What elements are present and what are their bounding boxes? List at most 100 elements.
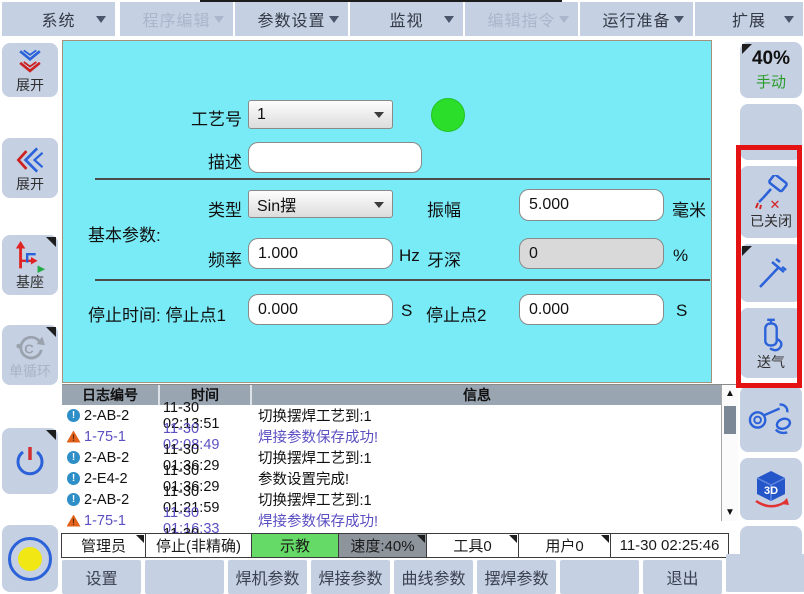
scroll-up-icon[interactable]: ▲ [722,388,738,399]
servo-yellow-dot-icon [18,547,42,571]
info-icon: ! [67,472,80,485]
description-label: 描述 [150,148,242,173]
menu-run-prepare-label: 运行准备 [602,7,670,31]
tab-weave-params[interactable]: 摆焊参数 [477,560,556,594]
frequency-unit: Hz [399,246,420,266]
process-no-select[interactable]: 1 [248,100,393,129]
corner-wedge-icon [417,535,425,543]
torch-off-label: 已关闭 [750,214,792,229]
description-input[interactable] [248,142,422,173]
stop-point2-label: 停止点2 [426,301,486,326]
svg-text:✕: ✕ [770,197,781,212]
stop-point1-input[interactable]: 0.000 [248,294,393,325]
log-id: 2-AB-2 [81,492,163,508]
tab-welding-params-label: 焊接参数 [318,565,382,589]
power-icon [11,442,49,480]
type-label: 类型 [150,196,242,221]
log-col-message-header: 信息 [252,385,702,405]
gas-supply-button[interactable]: 送气 [740,308,802,378]
status-bar: 管理员 停止(非精确) 示教 速度:40% 工具0 用户0 11-30 02:2… [62,533,729,558]
tooth-depth-label: 牙深 [427,246,461,271]
cycle-loop-icon: C [13,331,47,363]
right-empty-button-1 [740,104,802,160]
double-chevron-down-icon [13,47,47,77]
menu-run-prepare[interactable]: 运行准备 [580,2,693,36]
welding-torch-off-icon: ✕ [751,175,791,213]
corner-wedge-icon [136,535,144,543]
menu-parameter-settings[interactable]: 参数设置 [235,2,348,36]
log-message: 切换摆焊工艺到:1 [258,489,738,510]
svg-text:3D: 3D [764,485,778,497]
info-icon: ! [67,493,80,506]
robot-arm-icon [747,397,795,441]
corner-wedge-icon [46,237,56,247]
stop-time-label: 停止时间: 停止点1 [88,301,226,326]
amplitude-unit: 毫米 [672,196,706,221]
tab-settings[interactable]: 设置 [62,560,141,594]
log-id: 2-AB-2 [81,408,163,424]
corner-wedge-icon [601,535,609,543]
view-3d-button[interactable]: 3D [740,458,802,520]
torch-off-button[interactable]: ✕ 已关闭 [740,166,802,238]
status-teach-mode-label: 示教 [280,535,310,556]
tab-welding-params[interactable]: 焊接参数 [311,560,390,594]
scrollbar-thumb[interactable] [724,406,736,434]
menu-edit-instruction-label: 编辑指令 [487,7,555,31]
corner-wedge-icon [46,430,56,440]
log-scrollbar[interactable]: ▲ ▼ [721,385,738,521]
status-run-state: 停止(非精确) [145,533,252,558]
stop-point2-input[interactable]: 0.000 [519,294,664,325]
status-speed-label: 速度:40% [350,535,414,556]
base-coordinate-button[interactable]: 基座 [2,235,58,295]
chevron-down-icon [559,16,569,23]
status-green-indicator [431,98,465,132]
tooth-depth-value: 0 [529,245,538,263]
log-message: 切换摆焊工艺到:1 [258,447,738,468]
status-tool[interactable]: 工具0 [426,533,519,558]
status-user-role[interactable]: 管理员 [61,533,146,558]
corner-wedge-icon [742,44,752,54]
expand-down-button[interactable]: 展开 [2,43,58,97]
warning-icon: ! [67,431,81,443]
chevron-down-icon [374,112,384,118]
chevron-down-icon [214,16,224,23]
frequency-value: 1.000 [258,245,298,263]
status-user-coord[interactable]: 用户0 [518,533,611,558]
info-icon: ! [67,409,80,422]
tab-curve-params[interactable]: 曲线参数 [394,560,473,594]
scroll-down-icon[interactable]: ▼ [722,507,738,518]
log-message: 参数设置完成! [258,468,738,489]
servo-indicator-button[interactable] [2,525,58,592]
tab-empty-1 [145,560,224,594]
stop-point2-unit: S [676,301,687,321]
tab-welder-params[interactable]: 焊机参数 [228,560,307,594]
status-run-state-label: 停止(非精确) [156,535,241,556]
gas-cylinder-icon [752,316,790,354]
log-message: 焊接参数保存成功! [258,426,738,447]
power-button[interactable] [2,428,58,494]
frequency-input[interactable]: 1.000 [248,238,393,269]
speed-mode-button[interactable]: 40% 手动 [740,42,802,98]
amplitude-input[interactable]: 5.000 [519,189,664,221]
chevron-down-icon [444,16,454,23]
speed-value: 40% [752,48,790,70]
expand-left-button[interactable]: 展开 [2,138,58,198]
menu-monitor[interactable]: 监视 [350,2,463,36]
status-speed[interactable]: 速度:40% [338,533,427,558]
torch-button[interactable] [740,244,802,302]
svg-text:C: C [24,342,34,357]
robot-jog-button[interactable] [740,386,802,452]
tab-exit-label: 退出 [666,565,698,589]
menu-parameter-settings-label: 参数设置 [257,7,325,31]
tab-welder-params-label: 焊机参数 [235,565,299,589]
expand-down-label: 展开 [16,78,44,93]
coordinate-axes-icon [12,240,48,274]
menu-program-edit: 程序编辑 [120,2,233,36]
menu-system[interactable]: 系统 [2,2,115,36]
type-select[interactable]: Sin摆 [248,190,393,218]
tab-exit[interactable]: 退出 [643,560,722,594]
expand-left-label: 展开 [16,177,44,192]
menu-extend[interactable]: 扩展 [695,2,803,36]
amplitude-label: 振幅 [427,196,461,221]
divider [95,178,710,180]
